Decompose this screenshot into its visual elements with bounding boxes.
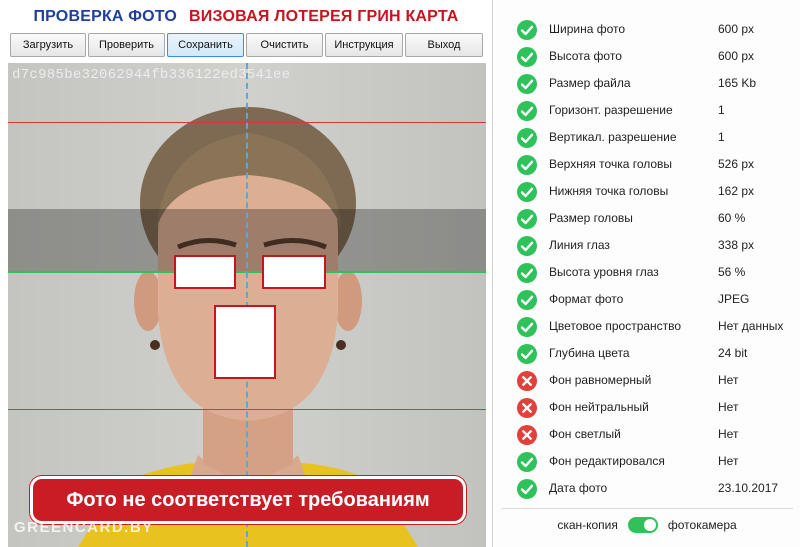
check-value: 23.10.2017 <box>718 481 779 495</box>
check-value: JPEG <box>718 292 750 306</box>
check-ok-icon <box>517 479 537 499</box>
check-row: Размер файла 165 Kb <box>493 70 800 97</box>
check-ok-icon <box>517 290 537 310</box>
check-value: 338 px <box>718 238 755 252</box>
check-ok-icon <box>517 263 537 283</box>
checks-panel: Ширина фото 600 px Высота фото 600 px Размер… <box>492 0 800 547</box>
photo-hash: d7c985be32062944fb336122ed3541ee <box>12 67 291 83</box>
check-value: 526 px <box>718 157 755 171</box>
check-label: Фон редактировался <box>549 454 665 468</box>
check-fail-icon <box>517 371 537 391</box>
check-ok-icon <box>517 128 537 148</box>
app-header: ПРОВЕРКА ФОТО ВИЗОВАЯ ЛОТЕРЕЯ ГРИН КАРТА <box>0 0 492 34</box>
check-ok-icon <box>517 101 537 121</box>
check-row: Формат фото JPEG <box>493 286 800 313</box>
check-ok-icon <box>517 317 537 337</box>
check-ok-icon <box>517 344 537 364</box>
check-row: Высота уровня глаз 56 % <box>493 259 800 286</box>
check-value: 162 px <box>718 184 755 198</box>
check-ok-icon <box>517 47 537 67</box>
check-row: Цветовое пространство Нет данных <box>493 313 800 340</box>
source-toggle[interactable] <box>627 517 658 533</box>
check-row: Фон нейтральный Нет <box>493 394 800 421</box>
check-label: Цветовое пространство <box>549 319 682 333</box>
check-ok-icon <box>517 74 537 94</box>
check-ok-icon <box>517 236 537 256</box>
check-label: Верхняя точка головы <box>549 157 673 171</box>
check-label: Фон нейтральный <box>549 400 649 414</box>
check-ok-icon <box>517 155 537 175</box>
mouth-mask <box>214 305 276 379</box>
check-ok-icon <box>517 452 537 472</box>
check-value: 60 % <box>718 211 746 225</box>
check-row: Горизонт. разрешение 1 <box>493 97 800 124</box>
app-title-check-photo: ПРОВЕРКА ФОТО <box>33 8 178 25</box>
source-switch: скан-копия фотокамера <box>493 515 800 535</box>
check-button[interactable]: Проверить <box>88 33 165 57</box>
check-row: Фон светлый Нет <box>493 421 800 448</box>
check-row: Вертикал. разрешение 1 <box>493 124 800 151</box>
check-label: Вертикал. разрешение <box>549 130 677 144</box>
toggle-knob <box>643 519 656 531</box>
check-label: Горизонт. разрешение <box>549 103 673 117</box>
save-button[interactable]: Сохранить <box>167 33 244 57</box>
check-row: Высота фото 600 px <box>493 43 800 70</box>
load-button[interactable]: Загрузить <box>10 33 86 57</box>
check-value: 600 px <box>718 49 755 63</box>
right-eye-mask <box>262 255 326 289</box>
check-row: Нижняя точка головы 162 px <box>493 178 800 205</box>
check-label: Размер файла <box>549 76 631 90</box>
check-label: Размер головы <box>549 211 633 225</box>
scan-copy-label[interactable]: скан-копия <box>557 518 618 532</box>
check-label: Формат фото <box>549 292 624 306</box>
clear-button[interactable]: Очистить <box>246 33 323 57</box>
check-ok-icon <box>517 20 537 40</box>
check-label: Глубина цвета <box>549 346 630 360</box>
check-value: 600 px <box>718 22 755 36</box>
check-value: Нет <box>718 373 739 387</box>
watermark: GREENCARD.BY <box>14 519 154 536</box>
check-row: Фон равномерный Нет <box>493 367 800 394</box>
instruction-button[interactable]: Инструкция <box>325 33 403 57</box>
left-eye-mask <box>174 255 236 289</box>
check-row: Фон редактировался Нет <box>493 448 800 475</box>
panel-divider <box>501 508 793 509</box>
check-value: 56 % <box>718 265 746 279</box>
check-value: 1 <box>718 130 725 144</box>
toolbar: Загрузить Проверить Сохранить Очистить И… <box>10 33 483 57</box>
check-value: 165 Kb <box>718 76 757 90</box>
check-row: Глубина цвета 24 bit <box>493 340 800 367</box>
photo-preview: d7c985be32062944fb336122ed3541ee Фото не… <box>8 63 486 547</box>
check-row: Линия глаз 338 px <box>493 232 800 259</box>
check-label: Фон светлый <box>549 427 621 441</box>
check-fail-icon <box>517 398 537 418</box>
check-value: 24 bit <box>718 346 748 360</box>
check-value: Нет <box>718 427 739 441</box>
app-title-lottery: ВИЗОВАЯ ЛОТЕРЕЯ ГРИН КАРТА <box>189 8 459 25</box>
check-value: Нет данных <box>718 319 784 333</box>
check-label: Фон равномерный <box>549 373 652 387</box>
check-label: Высота уровня глаз <box>549 265 659 279</box>
check-label: Ширина фото <box>549 22 626 36</box>
check-row: Дата фото 23.10.2017 <box>493 475 800 502</box>
check-value: Нет <box>718 400 739 414</box>
camera-label[interactable]: фотокамера <box>668 518 737 532</box>
check-label: Линия глаз <box>549 238 610 252</box>
check-row: Верхняя точка головы 526 px <box>493 151 800 178</box>
check-ok-icon <box>517 182 537 202</box>
check-value: 1 <box>718 103 725 117</box>
check-row: Ширина фото 600 px <box>493 16 800 43</box>
check-ok-icon <box>517 209 537 229</box>
exit-button[interactable]: Выход <box>405 33 483 57</box>
check-label: Нижняя точка головы <box>549 184 669 198</box>
check-row: Размер головы 60 % <box>493 205 800 232</box>
checks-list: Ширина фото 600 px Высота фото 600 px Размер… <box>493 16 800 502</box>
warning-banner: Фото не соответствует требованиям <box>30 476 466 524</box>
check-label: Дата фото <box>549 481 608 495</box>
check-fail-icon <box>517 425 537 445</box>
check-value: Нет <box>718 454 739 468</box>
check-label: Высота фото <box>549 49 622 63</box>
